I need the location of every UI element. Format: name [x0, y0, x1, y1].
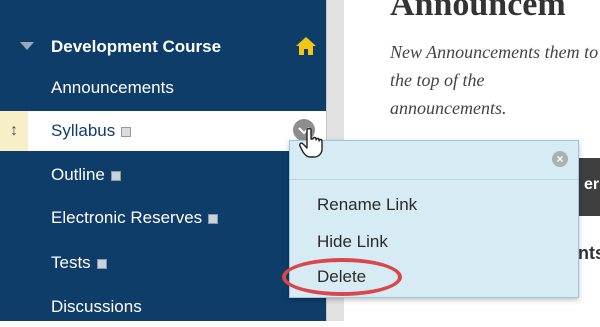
close-icon[interactable]: ×: [552, 151, 568, 167]
page-title: Announcem: [390, 0, 566, 23]
caret-down-icon[interactable]: [20, 42, 34, 50]
sidebar-item-electronic-reserves[interactable]: Electronic Reserves: [0, 198, 326, 238]
sidebar-item-announcements[interactable]: Announcements: [0, 68, 326, 108]
hand-cursor-icon: [299, 128, 323, 158]
sidebar-item-label: Syllabus: [51, 121, 116, 140]
document-icon: [121, 127, 132, 137]
sidebar-item-syllabus[interactable]: ↕ Syllabus: [0, 111, 326, 151]
home-icon[interactable]: [295, 36, 317, 56]
page-description: New Announcements them to the top of the…: [390, 42, 599, 118]
course-title[interactable]: Development Course: [51, 37, 221, 57]
background-text-fragment: nts: [578, 243, 600, 263]
sidebar-item-outline[interactable]: Outline: [0, 155, 326, 195]
document-icon: [96, 259, 107, 269]
delete-highlight-ring: [282, 258, 402, 296]
drag-handle-icon[interactable]: ↕: [0, 111, 28, 151]
sidebar-item-label: Outline: [51, 165, 105, 184]
course-header[interactable]: Development Course: [0, 30, 326, 64]
sidebar-item-label: Discussions: [51, 297, 142, 316]
sidebar-item-tests[interactable]: Tests: [0, 243, 326, 283]
document-icon: [208, 214, 219, 224]
sidebar-item-label: Electronic Reserves: [51, 208, 203, 227]
course-menu: Development Course Announcements ↕ Sylla…: [0, 0, 326, 321]
document-icon: [110, 171, 121, 181]
rename-link-menu-item[interactable]: Rename Link: [317, 195, 417, 215]
sidebar-item-label: Tests: [51, 253, 91, 272]
context-menu-header: ×: [290, 141, 578, 180]
hide-link-menu-item[interactable]: Hide Link: [317, 232, 388, 252]
tab-label-fragment: er: [584, 176, 600, 193]
sidebar-item-label: Announcements: [51, 78, 174, 97]
sidebar-item-discussions[interactable]: Discussions: [0, 287, 326, 327]
